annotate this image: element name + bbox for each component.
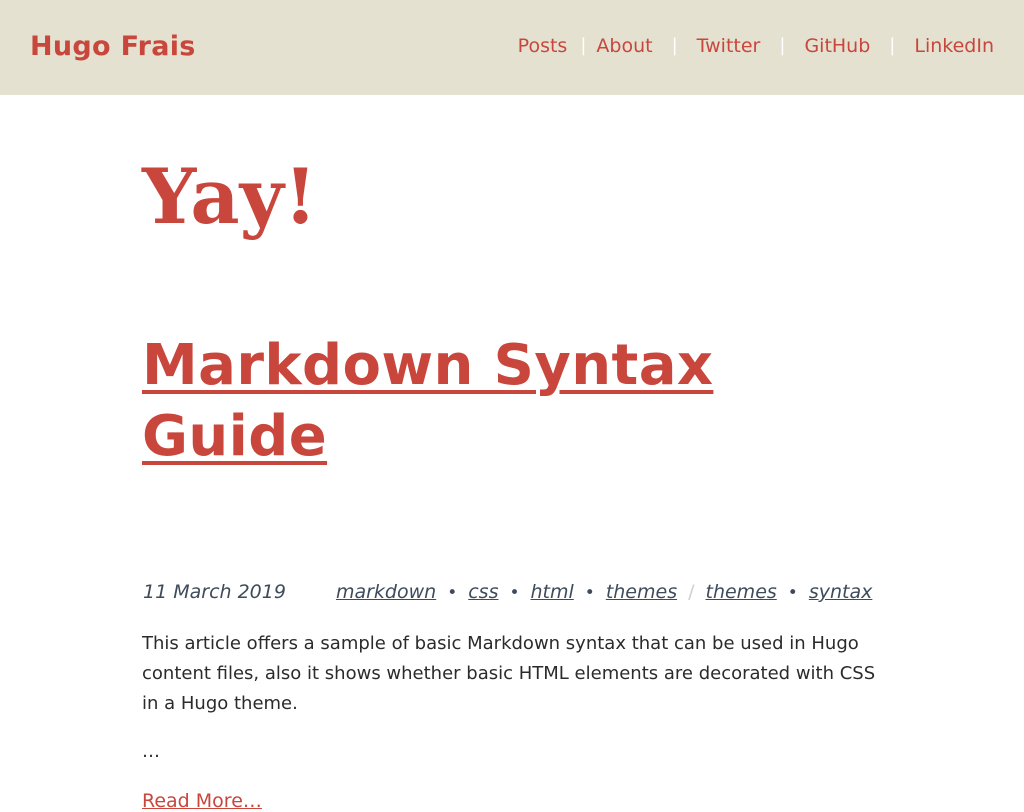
meta-dot-separator: • xyxy=(787,583,798,603)
nav-separator: | xyxy=(889,35,896,56)
category-link-css[interactable]: css xyxy=(468,581,498,603)
meta-dot-separator: • xyxy=(509,583,520,603)
page-heading: Yay! xyxy=(142,152,318,241)
nav-item-posts[interactable]: Posts xyxy=(518,35,568,57)
meta-dot-separator: • xyxy=(447,583,458,603)
nav-separator: | xyxy=(779,35,786,56)
nav-item-github[interactable]: GitHub xyxy=(804,35,870,57)
meta-dot-separator: • xyxy=(584,583,595,603)
post-title: Markdown Syntax Guide xyxy=(142,330,742,472)
post-date: 11 March 2019 xyxy=(143,581,286,603)
meta-bar-separator: / xyxy=(688,581,695,603)
site-brand-link[interactable]: Hugo Frais xyxy=(30,31,196,62)
category-link-html[interactable]: html xyxy=(531,581,574,603)
post-meta: 11 March 2019 markdown • css • html • th… xyxy=(143,581,872,603)
category-link-themes[interactable]: themes xyxy=(606,581,677,603)
nav-separator: | xyxy=(580,35,587,56)
tag-link-syntax[interactable]: syntax xyxy=(809,581,873,603)
site-header: Hugo Frais Posts | About | Twitter | Git… xyxy=(0,0,1024,95)
post-summary-text: This article offers a sample of basic Ma… xyxy=(142,633,876,714)
post-title-link[interactable]: Markdown Syntax Guide xyxy=(142,333,713,469)
nav-separator: | xyxy=(671,35,678,56)
tag-link-themes[interactable]: themes xyxy=(706,581,777,603)
post-ellipsis: … xyxy=(142,741,160,762)
nav-item-linkedin[interactable]: LinkedIn xyxy=(914,35,994,57)
nav-item-twitter[interactable]: Twitter xyxy=(697,35,761,57)
main-nav: Posts | About | Twitter | GitHub | Linke… xyxy=(518,35,994,57)
read-more-link[interactable]: Read More… xyxy=(142,790,262,812)
nav-item-about[interactable]: About xyxy=(596,35,652,57)
category-link-markdown[interactable]: markdown xyxy=(336,581,436,603)
